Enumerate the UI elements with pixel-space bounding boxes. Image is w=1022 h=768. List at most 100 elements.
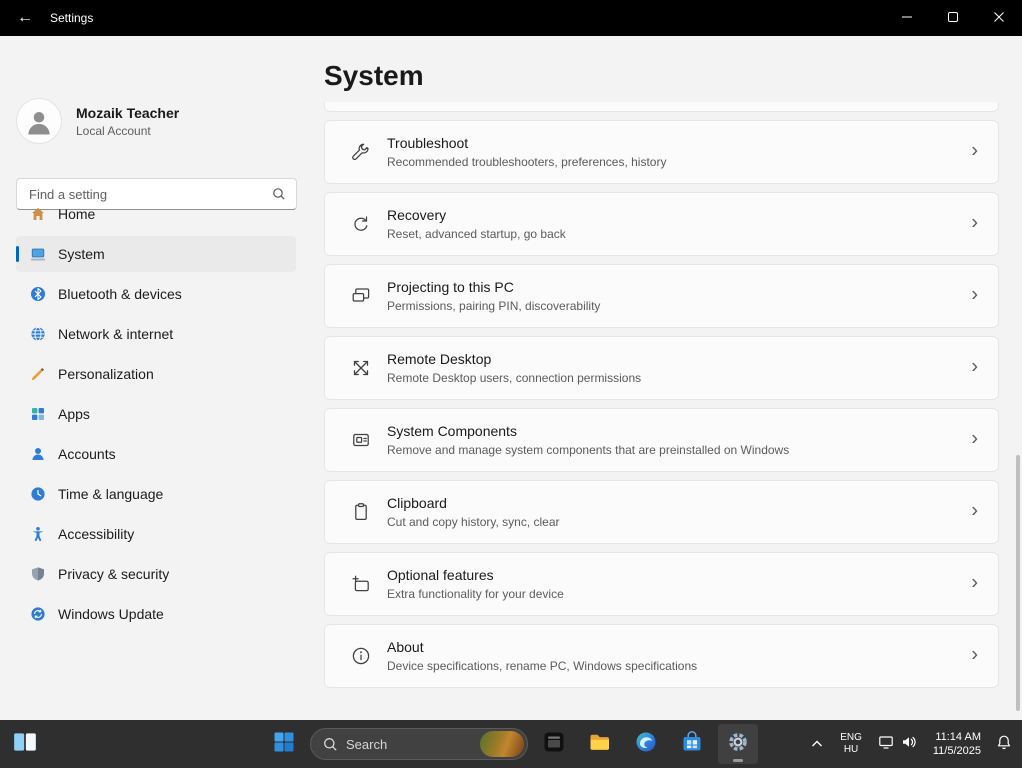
settings-card-system-components[interactable]: System ComponentsRemove and manage syste… (324, 408, 999, 472)
start-button[interactable] (264, 724, 304, 764)
sidebar-item-label: System (58, 246, 105, 262)
file-explorer-icon (589, 731, 611, 758)
tray-chevron-button[interactable] (803, 724, 831, 764)
settings-card-projecting-to-this-pc[interactable]: Projecting to this PC Permissions, pairin… (324, 264, 999, 328)
projecting-icon (351, 286, 371, 306)
account-type: Local Account (76, 124, 179, 138)
settings-card-recovery[interactable]: RecoveryReset, advanced startup, go back… (324, 192, 999, 256)
clock[interactable]: 11:14 AM 11/5/2025 (926, 730, 988, 758)
account-button[interactable]: Mozaik Teacher Local Account (16, 98, 179, 144)
troubleshoot-icon (351, 142, 371, 162)
chevron-up-icon (811, 735, 823, 753)
titlebar: ← Settings (0, 0, 1022, 36)
card-subtitle: Remove and manage system components that… (387, 443, 789, 457)
sidebar-item-label: Accounts (58, 446, 116, 462)
card-title: Clipboard (387, 495, 560, 511)
sidebar-item-accounts[interactable]: Accounts (16, 436, 296, 472)
settings-card-optional-features[interactable]: Optional features Extra functionality for… (324, 552, 999, 616)
card-title: Projecting to this PC (387, 279, 600, 295)
sidebar-item-time-language[interactable]: Time & language (16, 476, 296, 512)
chevron-right-icon: › (971, 140, 978, 160)
bluetooth-icon (30, 286, 46, 302)
network-tray-icon (878, 734, 894, 755)
maximize-button[interactable] (930, 0, 976, 36)
edge-button[interactable] (626, 724, 666, 764)
scrollbar-thumb[interactable] (1016, 455, 1020, 711)
close-button[interactable] (976, 0, 1022, 36)
settings-card-clipboard[interactable]: ClipboardCut and copy history, sync, cle… (324, 480, 999, 544)
sidebar-item-bluetooth-devices[interactable]: Bluetooth & devices (16, 276, 296, 312)
accounts-icon (30, 446, 46, 462)
language-line2: HU (840, 744, 862, 756)
card-title: Optional features (387, 567, 564, 583)
privacy-icon (30, 566, 46, 582)
person-icon (24, 101, 54, 142)
sidebar-item-network-internet[interactable]: Network & internet (16, 316, 296, 352)
selected-accent-bar (16, 246, 19, 262)
system-tray[interactable] (871, 734, 924, 755)
microsoft-store-icon (681, 731, 703, 758)
components-icon (351, 430, 371, 450)
chevron-right-icon: › (971, 428, 978, 448)
sidebar-item-windows-update[interactable]: Windows Update (16, 596, 296, 632)
settings-card-partial[interactable] (324, 102, 999, 112)
apps-icon (30, 406, 46, 422)
chevron-right-icon: › (971, 644, 978, 664)
pinned-app-button[interactable] (534, 724, 574, 764)
sidebar-item-privacy-security[interactable]: Privacy & security (16, 556, 296, 592)
search-highlight-image[interactable] (480, 731, 524, 757)
settings-card-remote-desktop[interactable]: Remote Desktop Remote Desktop users, conn… (324, 336, 999, 400)
sidebar-item-label: Time & language (58, 486, 163, 502)
taskbar-search[interactable]: Search (310, 728, 528, 760)
settings-window: ← Settings Mozaik Teacher Local Account … (0, 0, 1022, 768)
card-title: About (387, 639, 697, 655)
minimize-icon (902, 9, 912, 27)
sidebar-nav: Home System Bluetooth & devices Network & i… (0, 196, 312, 636)
card-subtitle: Extra functionality for your device (387, 587, 564, 601)
sidebar-item-label: Personalization (58, 366, 154, 382)
avatar (16, 98, 62, 144)
settings-taskbar-button[interactable] (718, 724, 758, 764)
remote-icon (351, 358, 371, 378)
pinned-app-icon (543, 731, 565, 758)
notifications-button[interactable] (990, 724, 1018, 764)
settings-card-about[interactable]: About Device specifications, rename PC, W… (324, 624, 999, 688)
language-indicator[interactable]: ENG HU (833, 732, 869, 756)
user-name: Mozaik Teacher (76, 105, 179, 121)
clipboard-icon (351, 502, 371, 522)
sidebar-item-personalization[interactable]: Personalization (16, 356, 296, 392)
back-button[interactable]: ← (8, 3, 42, 33)
card-title: Troubleshoot (387, 135, 666, 151)
taskbar-center: Search (264, 720, 758, 768)
chevron-right-icon: › (971, 572, 978, 592)
sidebar-item-accessibility[interactable]: Accessibility (16, 516, 296, 552)
taskbar-corner-button[interactable] (8, 725, 42, 763)
sidebar-item-system[interactable]: System (16, 236, 296, 272)
update-icon (30, 606, 46, 622)
sidebar-item-home[interactable]: Home (16, 196, 296, 232)
card-title: Remote Desktop (387, 351, 641, 367)
chevron-right-icon: › (971, 284, 978, 304)
sidebar-item-label: Network & internet (58, 326, 173, 342)
card-subtitle: Permissions, pairing PIN, discoverabilit… (387, 299, 600, 313)
taskbar-right: ENG HU 11:14 AM 11/5/2025 (803, 720, 1018, 768)
minimize-button[interactable] (884, 0, 930, 36)
file-explorer-button[interactable] (580, 724, 620, 764)
card-text: Projecting to this PC Permissions, pairin… (387, 279, 600, 313)
desktops-icon (12, 729, 38, 760)
optional-icon (351, 574, 371, 594)
system-icon (30, 246, 46, 262)
sidebar-item-apps[interactable]: Apps (16, 396, 296, 432)
page-title: System (324, 60, 424, 92)
card-text: Optional features Extra functionality for… (387, 567, 564, 601)
card-subtitle: Device specifications, rename PC, Window… (387, 659, 697, 673)
close-icon (994, 9, 1004, 27)
windows-logo-icon (273, 731, 295, 758)
card-subtitle: Remote Desktop users, connection permiss… (387, 371, 641, 385)
settings-card-troubleshoot[interactable]: TroubleshootRecommended troubleshooters,… (324, 120, 999, 184)
taskbar-search-label: Search (346, 737, 472, 752)
store-button[interactable] (672, 724, 712, 764)
recovery-icon (351, 214, 371, 234)
maximize-icon (948, 9, 958, 27)
edge-icon (635, 731, 657, 758)
